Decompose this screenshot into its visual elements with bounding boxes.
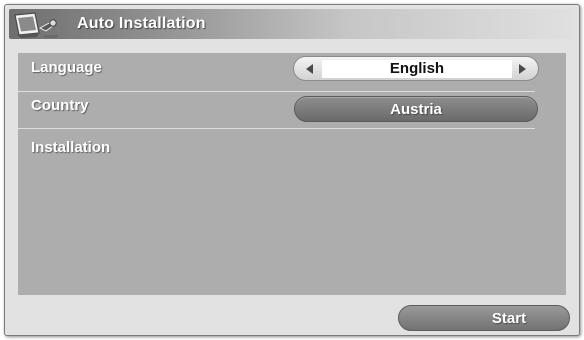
arrow-left-icon[interactable] xyxy=(306,64,313,74)
language-row[interactable]: Language English xyxy=(18,53,566,83)
start-button-label: Start xyxy=(491,310,527,327)
settings-panel: Language English Country Austria Install… xyxy=(18,53,566,295)
language-value: English xyxy=(389,60,445,77)
country-row[interactable]: Country Austria xyxy=(18,93,566,123)
arrow-right-icon[interactable] xyxy=(519,64,526,74)
auto-installation-dialog: Auto Installation Language English Count… xyxy=(4,4,580,336)
language-label: Language xyxy=(31,59,102,76)
title-bar: Auto Installation xyxy=(9,9,575,39)
country-value: Austria xyxy=(390,101,442,118)
dialog-title: Auto Installation xyxy=(77,15,206,32)
installation-row[interactable]: Installation xyxy=(18,133,566,163)
installation-label: Installation xyxy=(31,139,111,156)
language-value-box: English xyxy=(322,60,512,78)
row-divider xyxy=(18,91,535,92)
tv-setup-icon xyxy=(14,12,59,38)
row-divider xyxy=(18,128,535,129)
language-selector[interactable]: English xyxy=(293,56,539,81)
country-label: Country xyxy=(31,97,89,114)
country-selector[interactable]: Austria xyxy=(294,96,538,122)
start-button[interactable]: Start xyxy=(398,305,570,331)
